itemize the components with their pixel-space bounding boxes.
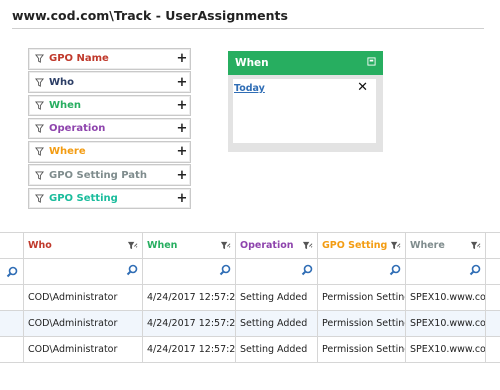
filter-field-label: When (49, 99, 82, 111)
search-icon[interactable] (469, 264, 481, 279)
column-search-when[interactable] (143, 259, 236, 284)
scrollbar-cell (486, 259, 500, 284)
cell-when: 4/24/2017 12:57:2... (143, 337, 236, 362)
cell-gpo-setting: Permission Setting (318, 285, 406, 310)
when-filter-panel: When Today ✕ (228, 51, 383, 152)
filter-field-when[interactable]: When + (28, 94, 191, 117)
filter-field-gpo-setting[interactable]: GPO Setting + (28, 187, 191, 210)
column-header-label: Who (28, 240, 52, 251)
cell-when: 4/24/2017 12:57:2... (143, 285, 236, 310)
cell-who: COD\Administrator (24, 337, 143, 362)
grid-search-row (0, 259, 500, 285)
filter-field-who[interactable]: Who + (28, 71, 191, 93)
close-icon[interactable]: ✕ (357, 80, 368, 95)
cell-gpo-setting: Permission Setting (318, 337, 406, 362)
results-grid: Who When Operation GPO Setting Where COD… (0, 232, 500, 363)
search-icon[interactable] (389, 264, 401, 279)
filter-field-list: GPO Name + Who + When + Operation + Wher… (28, 48, 191, 211)
cell-when: 4/24/2017 12:57:2... (143, 311, 236, 336)
column-header-label: Where (410, 240, 445, 251)
filter-icon[interactable] (469, 240, 481, 252)
plus-icon[interactable]: + (174, 52, 190, 65)
cell-operation: Setting Added (236, 285, 318, 310)
table-row[interactable]: COD\Administrator 4/24/2017 12:57:2... S… (0, 311, 500, 337)
filter-field-label: Where (49, 146, 86, 158)
filter-field-where[interactable]: Where + (28, 141, 191, 163)
cell-where: SPEX10.www.co... (406, 285, 486, 310)
maximize-icon[interactable] (367, 57, 376, 69)
filter-icon (29, 101, 49, 110)
scrollbar-cell (486, 285, 500, 310)
cell-where: SPEX10.www.co... (406, 311, 486, 336)
page-title: www.cod.com\Track - UserAssignments (12, 8, 288, 23)
filter-icon (29, 147, 49, 157)
when-panel-title: When (235, 57, 269, 69)
row-selector[interactable] (0, 311, 24, 336)
filter-icon (29, 124, 49, 133)
search-icon[interactable] (219, 264, 231, 279)
filter-icon (29, 54, 49, 64)
scrollbar-cell (486, 311, 500, 336)
filter-icon (29, 171, 49, 180)
plus-icon[interactable]: + (174, 122, 190, 135)
plus-icon[interactable]: + (174, 169, 190, 182)
column-header-where[interactable]: Where (406, 233, 486, 258)
when-selected-value[interactable]: Today (234, 83, 265, 94)
table-row[interactable]: COD\Administrator 4/24/2017 12:57:2... S… (0, 285, 500, 311)
filter-icon (29, 77, 49, 87)
column-header-when[interactable]: When (143, 233, 236, 258)
filter-field-gpo-name[interactable]: GPO Name + (28, 48, 191, 70)
plus-icon[interactable]: + (174, 145, 190, 158)
column-header-label: When (147, 240, 178, 251)
cell-operation: Setting Added (236, 311, 318, 336)
column-header-label: GPO Setting (322, 240, 388, 251)
filter-icon[interactable] (219, 240, 231, 252)
filter-icon[interactable] (301, 240, 313, 252)
table-row[interactable]: COD\Administrator 4/24/2017 12:57:2... S… (0, 337, 500, 363)
column-header-gpo-setting[interactable]: GPO Setting (318, 233, 406, 258)
row-selector-header (0, 233, 24, 258)
row-selector[interactable] (0, 285, 24, 310)
filter-icon[interactable] (389, 240, 401, 252)
cell-gpo-setting: Permission Setting (318, 311, 406, 336)
column-header-who[interactable]: Who (24, 233, 143, 258)
search-icon[interactable] (0, 259, 24, 284)
plus-icon[interactable]: + (174, 192, 190, 205)
cell-where: SPEX10.www.co... (406, 337, 486, 362)
search-icon[interactable] (301, 264, 313, 279)
plus-icon[interactable]: + (174, 76, 190, 89)
row-selector[interactable] (0, 337, 24, 362)
cell-who: COD\Administrator (24, 311, 143, 336)
column-search-gpo-setting[interactable] (318, 259, 406, 284)
column-search-operation[interactable] (236, 259, 318, 284)
filter-icon (29, 194, 49, 203)
filter-field-gpo-setting-path[interactable]: GPO Setting Path + (28, 164, 191, 186)
filter-field-label: GPO Setting (49, 193, 118, 205)
scrollbar-header (486, 233, 500, 258)
search-icon[interactable] (126, 264, 138, 279)
title-divider (12, 28, 484, 29)
cell-operation: Setting Added (236, 337, 318, 362)
cell-who: COD\Administrator (24, 285, 143, 310)
column-header-label: Operation (240, 240, 294, 251)
plus-icon[interactable]: + (174, 99, 190, 112)
filter-field-label: GPO Name (49, 53, 109, 65)
grid-header-row: Who When Operation GPO Setting Where (0, 232, 500, 259)
column-search-where[interactable] (406, 259, 486, 284)
filter-field-operation[interactable]: Operation + (28, 117, 191, 140)
filter-field-label: GPO Setting Path (49, 169, 147, 181)
when-panel-body: Today ✕ (233, 79, 376, 143)
filter-field-label: Who (49, 76, 75, 88)
filter-icon[interactable] (126, 240, 138, 252)
when-panel-header: When (228, 51, 383, 75)
column-search-who[interactable] (24, 259, 143, 284)
filter-field-label: Operation (49, 123, 106, 135)
scrollbar-cell (486, 337, 500, 362)
column-header-operation[interactable]: Operation (236, 233, 318, 258)
